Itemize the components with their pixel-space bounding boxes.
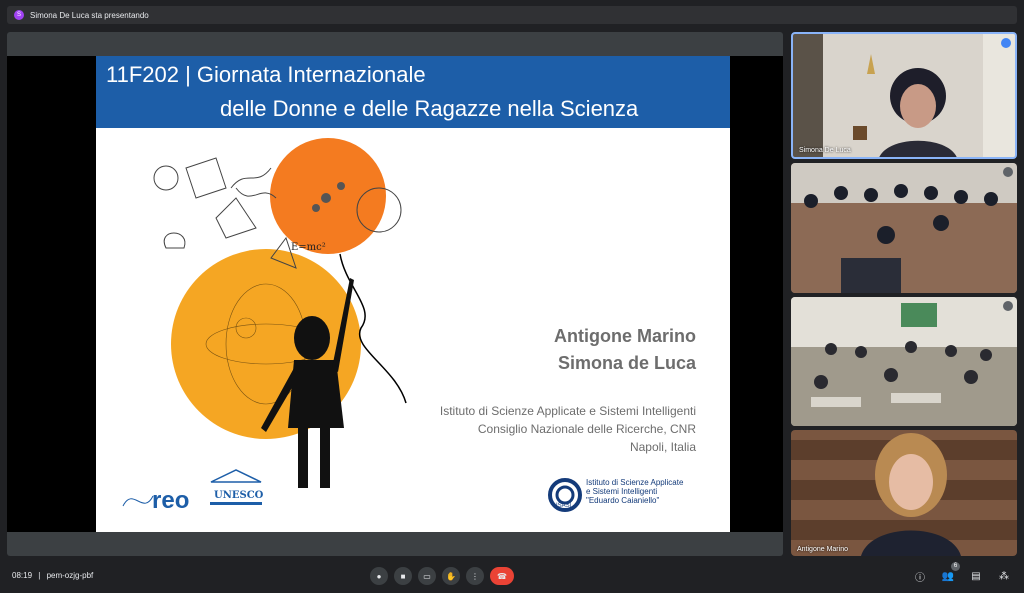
mic-button[interactable]: ● (370, 567, 388, 585)
participant-tile-simona[interactable]: Simona De Luca (791, 32, 1017, 159)
isasi-logo-line3: "Eduardo Caianiello" (586, 496, 660, 505)
author-name-2: Simona de Luca (557, 353, 696, 373)
people-icon: 👥 (941, 570, 955, 582)
chat-button[interactable]: ▤ (968, 568, 984, 584)
presentation-slide: 11F202 | Giornata Internazionale delle D… (96, 56, 730, 532)
meeting-info-separator: | (38, 571, 41, 580)
end-call-icon: ☎ (497, 571, 507, 581)
camera-icon: ■ (400, 571, 406, 581)
participant-video (791, 433, 1017, 556)
institution-line-3: Napoli, Italia (629, 440, 696, 454)
meeting-info: 08:19 | pem-ozjg-pbf (12, 571, 93, 580)
meeting-details-button[interactable]: ⓘ (912, 568, 928, 584)
speaking-indicator-icon (1001, 38, 1011, 48)
people-button[interactable]: 👥 6 (940, 562, 960, 584)
meeting-code: pem-ozjg-pbf (46, 571, 94, 580)
muted-mic-icon (1003, 301, 1013, 311)
isasi-logo-line1: Istituto di Scienze Applicate (586, 478, 684, 487)
activities-icon: ⁂ (999, 570, 1009, 582)
formula-text: E=mc² (291, 242, 326, 253)
participant-video (791, 163, 1017, 293)
muted-mic-icon (1003, 167, 1013, 177)
slide-title-line1: 11F202 | Giornata Internazionale (106, 62, 426, 87)
side-panel-controls: ⓘ 👥 6 ▤ ⁂ (912, 562, 1012, 584)
participant-name: Antigone Marino (797, 546, 848, 553)
meeting-controls-bar: 08:19 | pem-ozjg-pbf ● ■ ▭ ✋ ⋮ ☎ ⓘ 👥 6 ▤… (0, 562, 1024, 591)
creo-logo-text: reo (152, 487, 189, 514)
isasi-logo: ISASI Istituto di Scienze Applicate e Si… (548, 476, 708, 516)
participant-name: Simona De Luca (799, 147, 851, 154)
participant-video (793, 34, 1015, 157)
participant-tile-classroom-1[interactable] (791, 163, 1017, 293)
unesco-logo-text: UNESCO (214, 490, 264, 501)
slide-header: 11F202 | Giornata Internazionale delle D… (96, 56, 730, 128)
author-name-1: Antigone Marino (554, 326, 696, 346)
participant-tile-antigone[interactable]: Antigone Marino (791, 430, 1017, 556)
presenting-text: Simona De Luca sta presentando (30, 10, 149, 20)
activities-button[interactable]: ⁂ (996, 568, 1012, 584)
camera-button[interactable]: ■ (394, 567, 412, 585)
institution-line-1: Istituto di Scienze Applicate e Sistemi … (439, 404, 696, 418)
end-call-button[interactable]: ☎ (490, 567, 514, 585)
isasi-mark-text: ISASI (556, 503, 572, 509)
chat-icon: ▤ (971, 570, 981, 582)
participant-video (791, 297, 1017, 426)
mic-icon: ● (376, 571, 382, 581)
participant-tile-classroom-2[interactable] (791, 297, 1017, 426)
slide-title-line2: delle Donne e delle Ragazze nella Scienz… (220, 96, 639, 121)
more-icon: ⋮ (471, 571, 479, 581)
call-controls: ● ■ ▭ ✋ ⋮ ☎ (370, 567, 514, 585)
info-icon: ⓘ (915, 572, 925, 584)
raise-hand-button[interactable]: ✋ (442, 567, 460, 585)
meeting-time: 08:19 (12, 571, 33, 580)
more-options-button[interactable]: ⋮ (466, 567, 484, 585)
people-count-badge: 6 (951, 562, 960, 571)
unesco-logo: UNESCO (206, 466, 266, 516)
presenter-avatar: S (14, 10, 24, 20)
captions-button[interactable]: ▭ (418, 567, 436, 585)
presenting-banner: S Simona De Luca sta presentando (7, 6, 1017, 24)
captions-icon: ▭ (423, 571, 431, 581)
isasi-logo-line2: e Sistemi Intelligenti (586, 487, 658, 496)
institution-line-2: Consiglio Nazionale delle Ricerche, CNR (477, 422, 696, 436)
raise-hand-icon: ✋ (446, 571, 456, 581)
